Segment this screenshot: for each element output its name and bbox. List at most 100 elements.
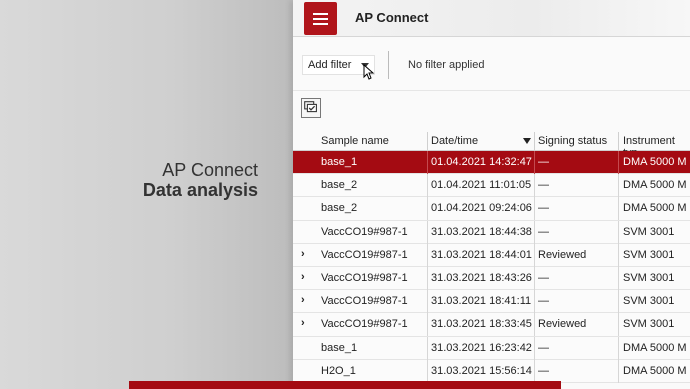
cell-instrument: DMA 5000 M [623,364,687,377]
table-row[interactable]: › VaccCO19#987-1 31.03.2021 18:43:26 — SVM 3… [293,266,690,291]
cell-instrument: DMA 5000 M [623,202,687,215]
col-separator [427,132,428,151]
mouse-cursor-icon [363,64,375,80]
multi-select-icon[interactable] [301,98,321,118]
cell-separator [427,220,428,244]
cell-separator [534,220,535,244]
chevron-right-icon[interactable]: › [301,317,305,329]
col-sample-name[interactable]: Sample name [321,135,389,147]
bottom-accent-bar [129,381,561,389]
cell-separator [534,359,535,383]
cell-separator [427,243,428,267]
toolbar [293,90,690,128]
menu-icon[interactable] [304,2,337,35]
cell-datetime: 31.03.2021 18:44:01 [431,248,532,261]
cell-separator [534,197,535,221]
cell-separator [427,266,428,290]
samples-table: Sample name Date/time Signing status Ins… [293,130,690,383]
cell-separator [427,359,428,383]
table-body: base_1 01.04.2021 14:32:47— DMA 5000 Mbase… [293,151,690,383]
cell-separator [427,336,428,360]
cell-separator [534,336,535,360]
cell-separator [618,313,619,337]
filter-divider [388,51,389,79]
table-row[interactable]: VaccCO19#987-1 31.03.2021 18:44:38 — SVM 30… [293,220,690,244]
col-separator [618,132,619,151]
cell-separator [618,220,619,244]
cell-sample-name: VaccCO19#987-1 [321,295,408,308]
table-row[interactable]: base_1 01.04.2021 14:32:47 — DMA 5000 M [293,151,690,175]
cell-sample-name: base_2 [321,179,358,192]
table-row[interactable]: base_1 31.03.2021 16:23:42 — DMA 5000 M [293,336,690,360]
table-header: Sample name Date/time Signing status Ins… [293,130,690,159]
cell-separator [427,197,428,221]
titlebar: AP Connect [293,0,690,37]
cell-separator [534,313,535,337]
table-row[interactable]: base_2 01.04.2021 11:01:05 — DMA 5000 M [293,174,690,198]
cell-separator [427,151,428,174]
col-signing-status[interactable]: Signing status [538,135,607,147]
cell-datetime: 31.03.2021 18:33:45 [431,318,532,331]
cell-separator [618,243,619,267]
col-separator [534,132,535,151]
filter-status: No filter applied [408,59,485,71]
cell-signing-status: — [538,156,549,168]
app-window: AP Connect Add filter No filter applied … [293,0,690,389]
cell-signing-status: — [538,225,549,238]
cell-datetime: 31.03.2021 16:23:42 [431,341,532,354]
cell-instrument: SVM 3001 [623,248,675,261]
chevron-right-icon[interactable]: › [301,248,305,260]
cell-datetime: 01.04.2021 11:01:05 [431,179,532,192]
table-row[interactable]: › VaccCO19#987-1 31.03.2021 18:33:45 Review… [293,313,690,337]
cell-separator [618,174,619,198]
sort-desc-icon[interactable] [523,138,531,144]
brand-line2: Data analysis [142,180,258,200]
table-row[interactable]: H2O_1 31.03.2021 15:56:14 — DMA 5000 M [293,359,690,383]
cell-datetime: 01.04.2021 09:24:06 [431,202,532,215]
cell-datetime: 31.03.2021 15:56:14 [431,364,532,377]
cell-signing-status: Reviewed [538,318,587,331]
cell-instrument: SVM 3001 [623,295,675,308]
cell-datetime: 31.03.2021 18:43:26 [431,271,532,284]
brand-block: AP Connect Data analysis [0,160,258,200]
table-row[interactable]: › VaccCO19#987-1 31.03.2021 18:41:11 — SVM 3… [293,290,690,314]
cell-signing-status: — [538,271,549,284]
cell-datetime: 31.03.2021 18:44:38 [431,225,532,238]
brand-line1: AP Connect [162,160,258,180]
cell-instrument: DMA 5000 M [623,179,687,192]
cell-sample-name: VaccCO19#987-1 [321,271,408,284]
cell-separator [618,336,619,360]
cell-sample-name: H2O_1 [321,364,356,377]
chevron-right-icon[interactable]: › [301,294,305,306]
cell-sample-name: VaccCO19#987-1 [321,318,408,331]
cell-signing-status: Reviewed [538,248,587,261]
table-row[interactable]: base_2 01.04.2021 09:24:06 — DMA 5000 M [293,197,690,221]
cell-signing-status: — [538,202,549,215]
app-title: AP Connect [355,10,429,25]
cell-separator [427,290,428,314]
table-row[interactable]: › VaccCO19#987-1 31.03.2021 18:44:01 Review… [293,243,690,267]
cell-datetime: 01.04.2021 14:32:47 [431,156,532,168]
cell-sample-name: base_1 [321,341,358,354]
cell-separator [534,174,535,198]
cell-separator [618,266,619,290]
col-datetime[interactable]: Date/time [431,135,478,147]
cell-instrument: DMA 5000 M [623,341,687,354]
cell-signing-status: — [538,364,549,377]
cell-instrument: SVM 3001 [623,318,675,331]
cell-sample-name: base_2 [321,202,358,215]
cell-separator [427,313,428,337]
cell-instrument: SVM 3001 [623,225,675,238]
cell-sample-name: VaccCO19#987-1 [321,225,408,238]
cell-instrument: DMA 5000 M [623,156,687,168]
cell-separator [534,266,535,290]
cell-instrument: SVM 3001 [623,271,675,284]
add-filter-label: Add filter [308,59,352,71]
cell-separator [427,174,428,198]
filter-bar: Add filter No filter applied [293,38,690,90]
chevron-right-icon[interactable]: › [301,271,305,283]
cell-separator [534,151,535,174]
cell-signing-status: — [538,179,549,192]
cell-separator [534,243,535,267]
cell-separator [618,151,619,174]
